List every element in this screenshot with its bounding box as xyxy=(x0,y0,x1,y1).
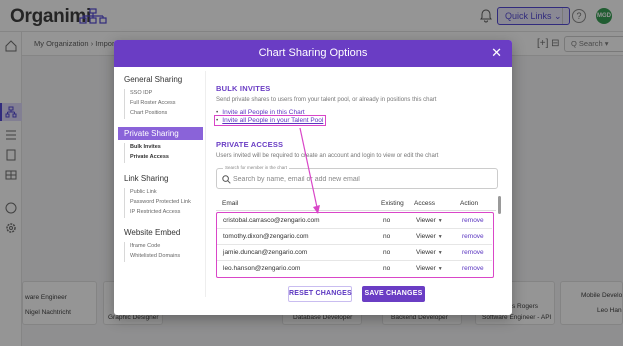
column-email: Email xyxy=(222,200,239,207)
remove-button[interactable]: remove xyxy=(462,249,484,256)
divider xyxy=(124,89,125,119)
remove-button[interactable]: remove xyxy=(462,265,484,272)
close-icon[interactable]: ✕ xyxy=(491,46,502,60)
sidebar-section-link-sharing[interactable]: Link Sharing xyxy=(124,174,168,183)
sidebar-section-general-sharing[interactable]: General Sharing xyxy=(124,75,182,84)
remove-button[interactable]: remove xyxy=(462,233,484,240)
access-value: Viewer xyxy=(416,249,436,256)
bulk-invites-heading: BULK INVITES xyxy=(216,84,271,93)
column-action: Action xyxy=(460,200,479,207)
modal-header: Chart Sharing Options ✕ xyxy=(114,40,512,67)
invite-chart-people-link[interactable]: Invite all People in this Chart xyxy=(216,109,304,116)
row-email: jamie.duncan@zengario.com xyxy=(223,249,308,256)
divider xyxy=(124,188,125,218)
divider xyxy=(124,143,125,163)
invite-talent-pool-link[interactable]: Invite all People in your Talent Pool xyxy=(213,115,327,126)
access-value: Viewer xyxy=(416,265,436,272)
table-row: tomothy.dixon@zengario.com no Viewer ▼ re… xyxy=(217,229,492,245)
access-select[interactable]: Viewer ▼ xyxy=(416,217,443,224)
member-search-field[interactable]: Search for member in the chart xyxy=(216,165,498,189)
sharing-sidebar: General Sharing SSO IDP Full Roster Acce… xyxy=(118,71,206,297)
chevron-down-icon: ▼ xyxy=(437,234,443,240)
divider xyxy=(124,242,125,262)
divider xyxy=(216,210,496,211)
sidebar-section-private-sharing[interactable]: Private Sharing xyxy=(118,127,203,140)
invitee-table-highlight: cristobal.carrasco@zengario.com no Viewe… xyxy=(216,212,494,278)
table-row: jamie.duncan@zengario.com no Viewer ▼ rem… xyxy=(217,245,492,261)
access-select[interactable]: Viewer ▼ xyxy=(416,233,443,240)
reset-changes-button[interactable]: RESET CHANGES xyxy=(288,286,352,302)
access-select[interactable]: Viewer ▼ xyxy=(416,265,443,272)
row-email: cristobal.carrasco@zengario.com xyxy=(223,217,320,224)
sidebar-section-website-embed[interactable]: Website Embed xyxy=(124,228,180,237)
bulk-invites-description: Send private shares to users from your t… xyxy=(216,97,437,103)
sidebar-item-private-access[interactable]: Private Access xyxy=(130,154,169,160)
row-email: tomothy.dixon@zengario.com xyxy=(223,233,309,240)
sidebar-item-password-protected-link[interactable]: Password Protected Link xyxy=(130,199,191,205)
table-scrollbar[interactable] xyxy=(498,196,501,214)
sidebar-item-public-link[interactable]: Public Link xyxy=(130,189,157,195)
row-existing: no xyxy=(383,265,391,272)
sidebar-item-iframe-code[interactable]: Iframe Code xyxy=(130,243,160,249)
chevron-down-icon: ▼ xyxy=(437,218,443,224)
access-value: Viewer xyxy=(416,217,436,224)
search-icon xyxy=(222,175,231,184)
table-row: cristobal.carrasco@zengario.com no Viewe… xyxy=(217,213,492,229)
private-access-heading: PRIVATE ACCESS xyxy=(216,140,284,149)
save-changes-button[interactable]: SAVE CHANGES xyxy=(362,286,425,302)
column-access: Access xyxy=(414,200,435,207)
access-value: Viewer xyxy=(416,233,436,240)
row-existing: no xyxy=(383,217,391,224)
remove-button[interactable]: remove xyxy=(462,217,484,224)
private-access-description: Users invited will be required to create… xyxy=(216,153,439,159)
modal-title: Chart Sharing Options xyxy=(258,47,368,59)
search-field-label: Search for member in the chart xyxy=(223,165,290,170)
member-search-input[interactable] xyxy=(233,172,488,186)
access-select[interactable]: Viewer ▼ xyxy=(416,249,443,256)
row-email: leo.hanson@zengario.com xyxy=(223,265,301,272)
sidebar-item-sso-idp[interactable]: SSO IDP xyxy=(130,90,152,96)
row-existing: no xyxy=(383,249,391,256)
chart-sharing-modal: Chart Sharing Options ✕ General Sharing … xyxy=(114,40,512,315)
row-existing: no xyxy=(383,233,391,240)
chevron-down-icon: ▼ xyxy=(437,266,443,272)
sidebar-item-whitelisted-domains[interactable]: Whitelisted Domains xyxy=(130,253,180,259)
chevron-down-icon: ▼ xyxy=(437,250,443,256)
sidebar-item-ip-restricted-access[interactable]: IP Restricted Access xyxy=(130,209,180,215)
column-existing: Existing xyxy=(381,200,404,207)
table-row: leo.hanson@zengario.com no Viewer ▼ remov… xyxy=(217,261,492,277)
sidebar-item-full-roster-access[interactable]: Full Roster Access xyxy=(130,100,176,106)
sidebar-item-chart-positions[interactable]: Chart Positions xyxy=(130,110,167,116)
sidebar-item-bulk-invites[interactable]: Bulk Invites xyxy=(130,144,161,150)
